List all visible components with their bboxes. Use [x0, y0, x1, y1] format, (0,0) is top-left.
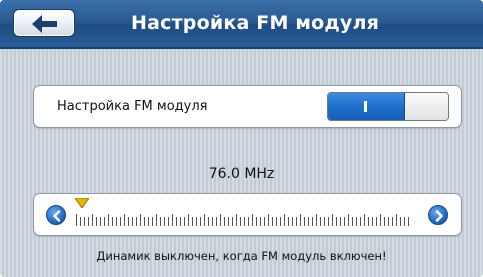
- increase-frequency-button[interactable]: [428, 205, 448, 225]
- toggle-on-segment: [328, 93, 405, 120]
- slider-thumb[interactable]: [75, 198, 89, 208]
- page-title: Настройка FM модуля: [130, 12, 380, 34]
- speaker-notice: Динамик выключен, когда FM модуль включе…: [96, 249, 387, 263]
- toggle-on-indicator: [364, 101, 367, 112]
- frequency-scale[interactable]: [76, 206, 412, 228]
- toggle-off-segment: [406, 93, 448, 120]
- frequency-slider[interactable]: [33, 193, 462, 236]
- fm-setting-row: Настройка FM модуля: [33, 85, 462, 128]
- fm-setting-label: Настройка FM модуля: [57, 99, 208, 114]
- fm-toggle-switch[interactable]: [327, 92, 449, 121]
- back-button[interactable]: [13, 9, 75, 37]
- chevron-left-icon: [53, 210, 61, 222]
- header-bar: Настройка FM модуля: [0, 0, 483, 49]
- frequency-readout: 76.0 MHz: [208, 166, 275, 182]
- decrease-frequency-button[interactable]: [46, 205, 66, 225]
- arrow-left-icon: [32, 15, 57, 33]
- chevron-right-icon: [435, 210, 443, 222]
- fm-settings-screen: Настройка FM модуля Настройка FM модуля …: [0, 0, 483, 277]
